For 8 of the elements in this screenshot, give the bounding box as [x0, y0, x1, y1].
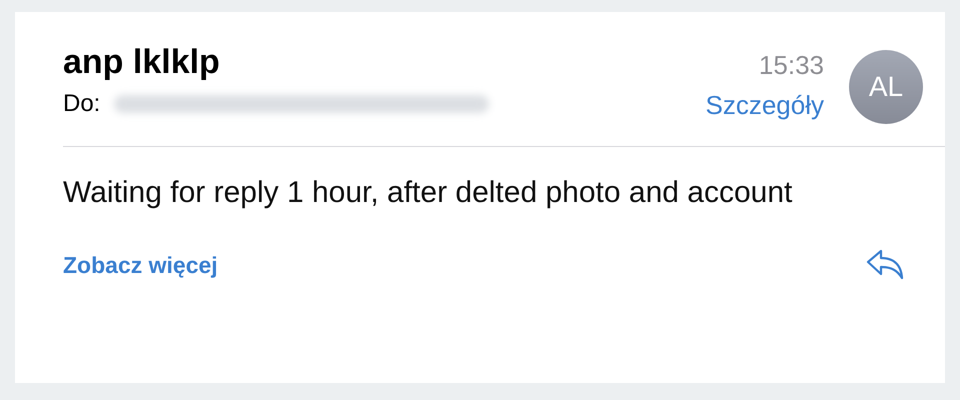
see-more-link[interactable]: Zobacz więcej	[63, 252, 218, 278]
sender-name: anp lklklp	[63, 42, 221, 82]
reply-icon[interactable]	[865, 249, 905, 281]
details-link[interactable]: Szczegóły	[706, 88, 824, 122]
avatar[interactable]: AL	[849, 50, 923, 124]
message-body: Waiting for reply 1 hour, after delted photo and account	[63, 175, 794, 211]
recipient-label: Do:	[63, 89, 100, 119]
message-time: 15:33	[758, 49, 824, 82]
